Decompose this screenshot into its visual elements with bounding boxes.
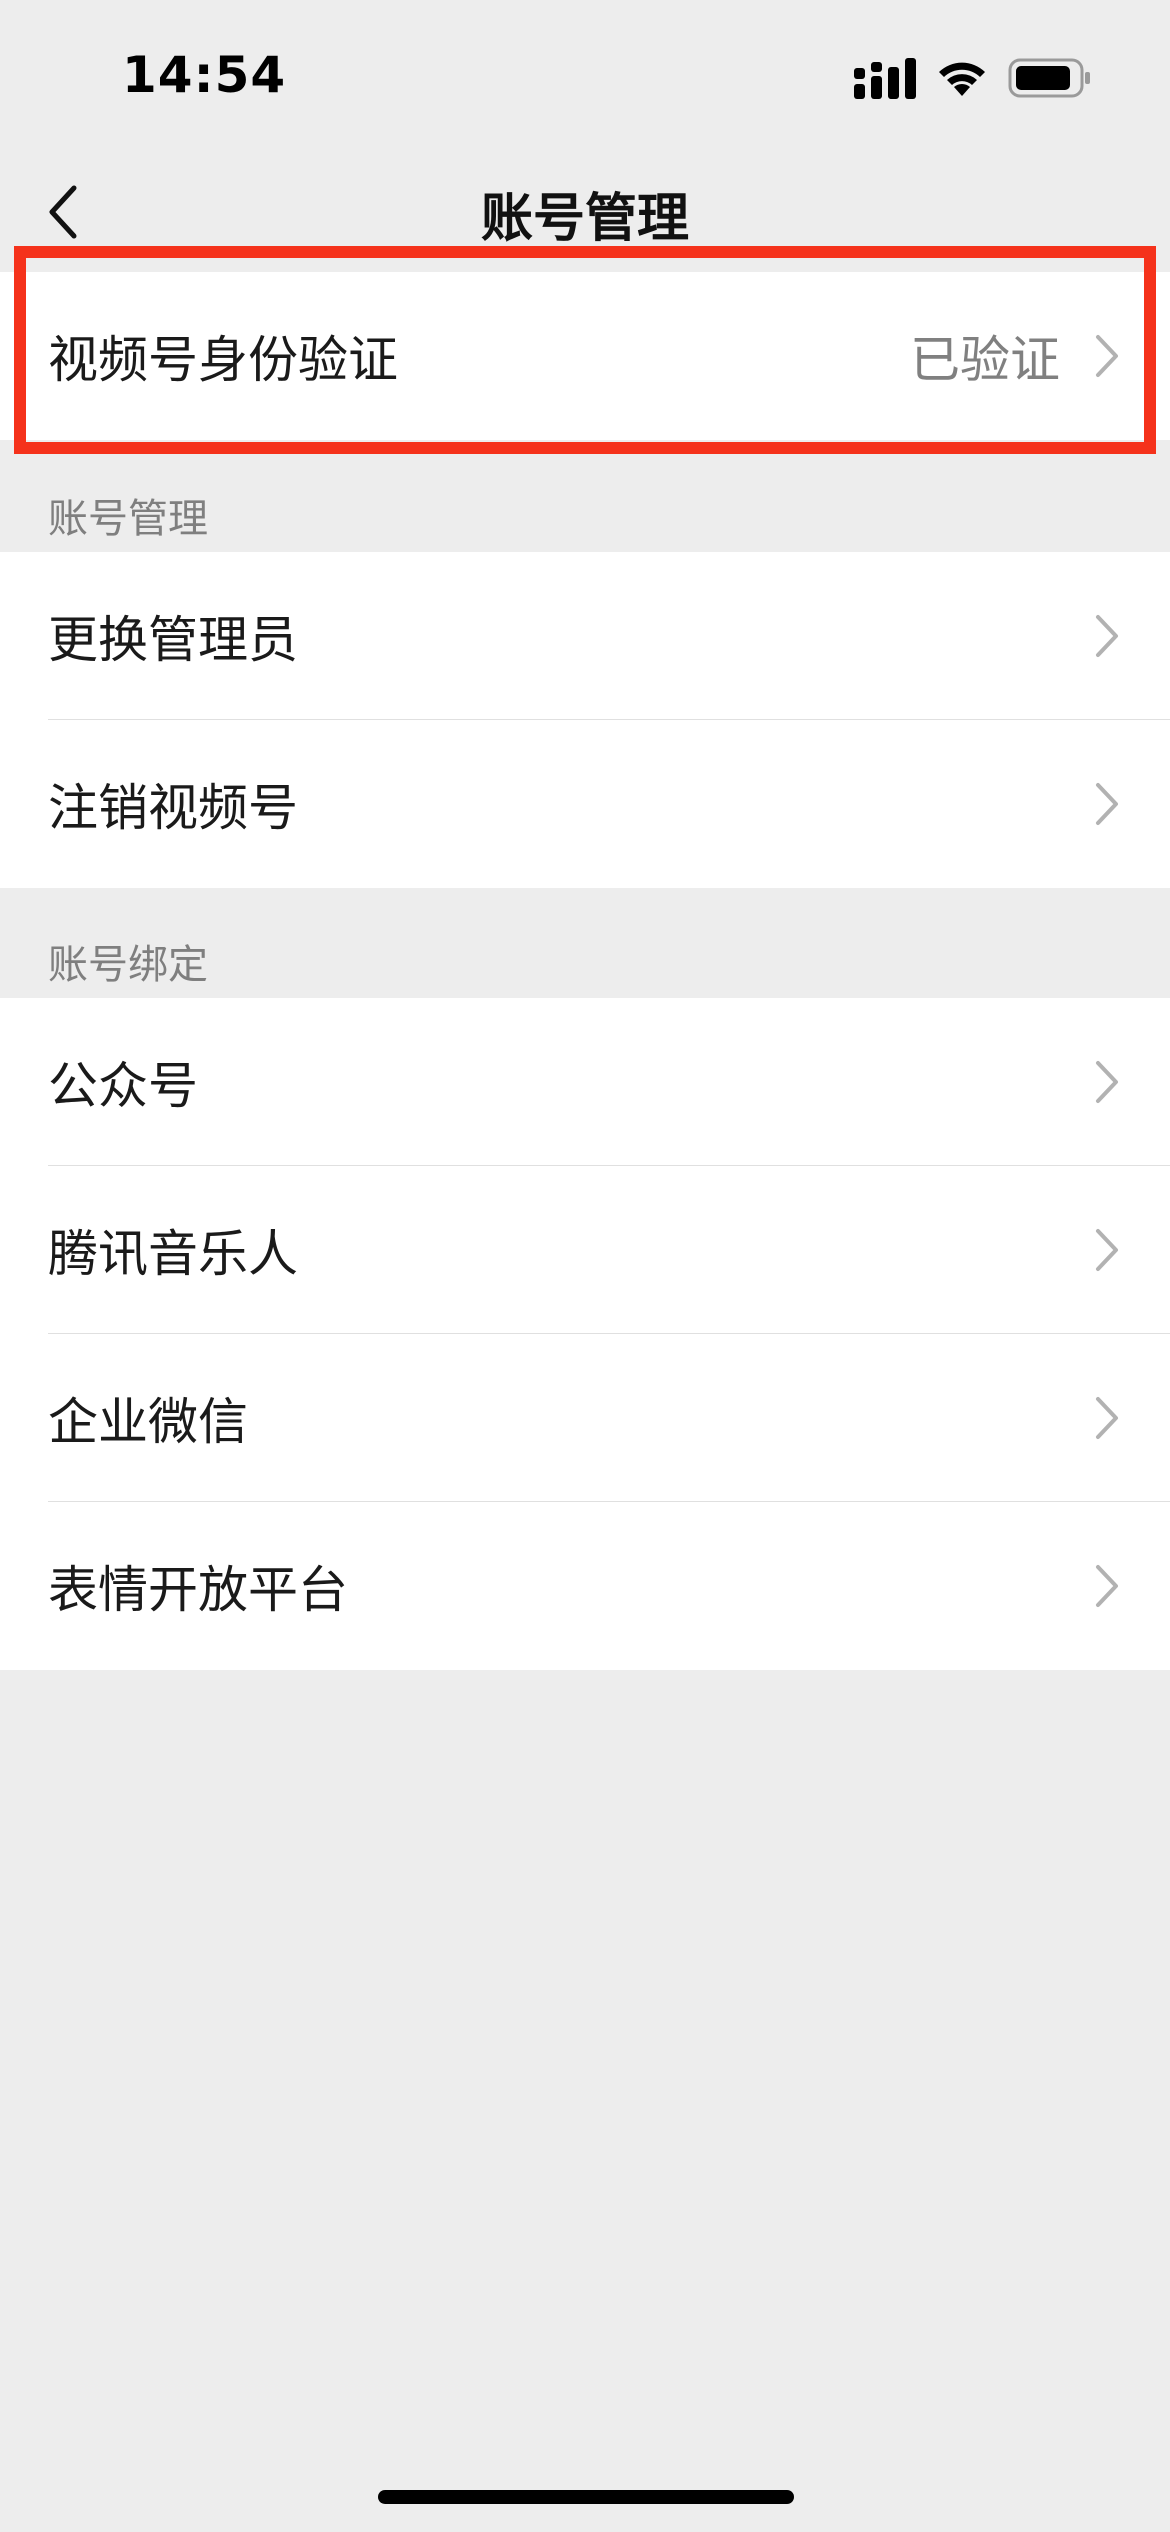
chevron-right-icon: [1096, 783, 1118, 825]
official-account-cell[interactable]: 公众号: [0, 998, 1170, 1166]
cell-label: 表情开放平台: [48, 1561, 348, 1619]
chevron-right-icon: [1096, 1397, 1118, 1439]
account-binding-group: 公众号 腾讯音乐人 企业微信 表情开放平台: [0, 998, 1170, 1670]
wecom-cell[interactable]: 企业微信: [0, 1334, 1170, 1502]
chevron-right-icon: [1096, 1061, 1118, 1103]
cell-label: 腾讯音乐人: [48, 1225, 298, 1283]
chevron-right-icon: [1096, 335, 1118, 377]
status-bar: 14:54: [0, 0, 1170, 150]
cell-label: 企业微信: [48, 1393, 248, 1451]
nav-bar: 账号管理: [0, 150, 1170, 270]
chevron-right-icon: [1096, 1565, 1118, 1607]
status-time: 14:54: [122, 46, 287, 104]
page-title: 账号管理: [480, 189, 689, 249]
chevron-right-icon: [1096, 615, 1118, 657]
signal-icon: [854, 58, 916, 99]
verification-group: 视频号身份验证 已验证: [0, 272, 1170, 440]
tencent-musician-cell[interactable]: 腾讯音乐人: [0, 1166, 1170, 1334]
account-management-group: 更换管理员 注销视频号: [0, 552, 1170, 888]
wifi-icon: [939, 62, 985, 96]
change-admin-cell[interactable]: 更换管理员: [0, 552, 1170, 720]
sticker-platform-cell[interactable]: 表情开放平台: [0, 1502, 1170, 1670]
chevron-right-icon: [1096, 1229, 1118, 1271]
deactivate-channel-cell[interactable]: 注销视频号: [0, 720, 1170, 888]
cell-label: 注销视频号: [48, 779, 298, 837]
section-header-account-management: 账号管理: [48, 496, 208, 542]
identity-verification-cell[interactable]: 视频号身份验证 已验证: [0, 272, 1170, 440]
cell-label: 视频号身份验证: [48, 331, 398, 389]
battery-icon: [1008, 58, 1090, 98]
cell-label: 更换管理员: [48, 611, 298, 669]
section-header-account-binding: 账号绑定: [48, 942, 208, 988]
home-indicator: [378, 2490, 794, 2504]
cell-label: 公众号: [48, 1057, 198, 1115]
verification-status: 已验证: [910, 331, 1060, 389]
